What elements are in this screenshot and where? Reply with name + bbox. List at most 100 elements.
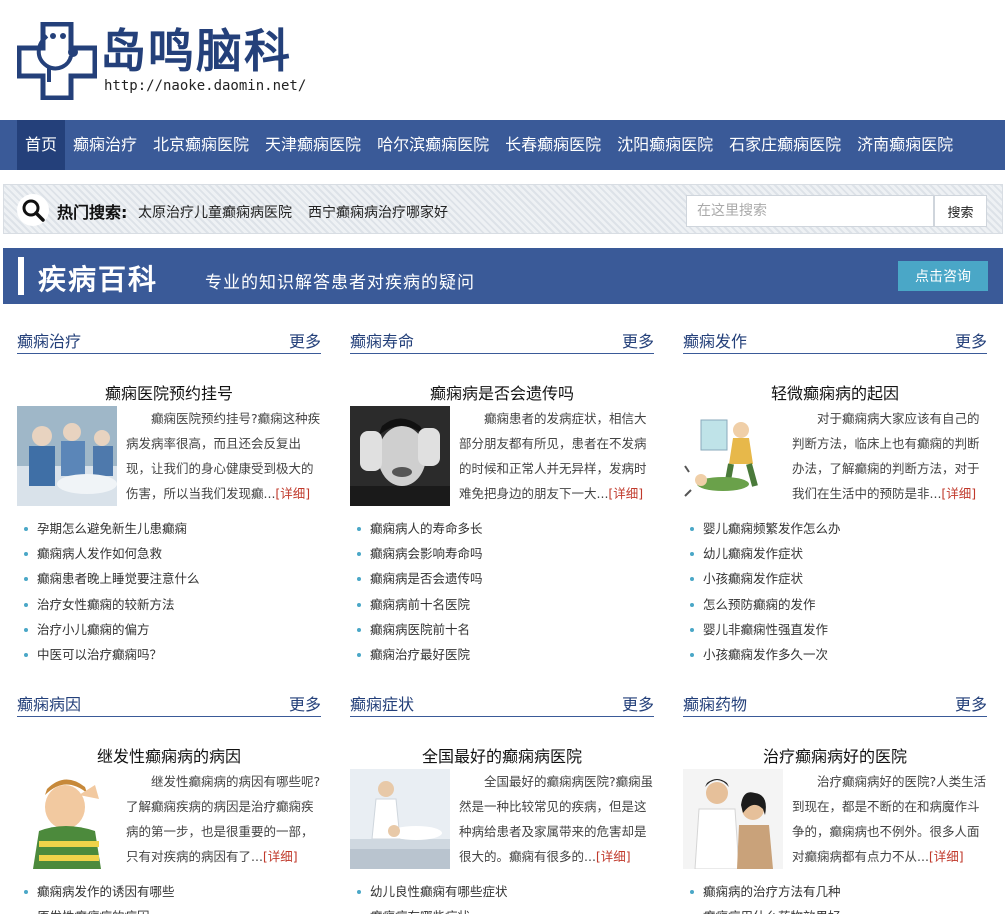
detail-link[interactable]: [详细]	[596, 849, 631, 864]
card-title[interactable]: 癫痫寿命	[350, 328, 414, 352]
list-item[interactable]: 癫痫病医院前十名	[350, 617, 654, 642]
list-item[interactable]: 癫痫病前十名医院	[350, 592, 654, 617]
category-card: 癫痫治疗 更多 癫痫医院预约挂号 癫痫医院预约挂号?癫痫这种疾病发病率很高，而且…	[17, 328, 321, 668]
list-item[interactable]: 癫痫病是否会遗传吗	[350, 566, 654, 591]
list-item[interactable]: 幼儿癫痫发作症状	[683, 541, 987, 566]
search-icon	[17, 194, 49, 226]
surgery-photo[interactable]	[17, 406, 117, 506]
article-list: 癫痫病的治疗方法有几种 癫痫病用什么药物效果好	[683, 879, 987, 914]
card-title[interactable]: 癫痫病因	[17, 691, 81, 715]
list-item[interactable]: 癫痫病人的寿命多长	[350, 516, 654, 541]
feature-title[interactable]: 继发性癫痫病的病因	[17, 743, 321, 767]
nav-item-beijing[interactable]: 北京癫痫医院	[145, 120, 257, 170]
more-link[interactable]: 更多	[622, 691, 654, 715]
list-item[interactable]: 治疗小儿癫痫的偏方	[17, 617, 321, 642]
list-item[interactable]: 婴儿非癫痫性强直发作	[683, 617, 987, 642]
consult-button[interactable]: 点击咨询	[898, 261, 988, 291]
more-link[interactable]: 更多	[622, 328, 654, 352]
banner-subtitle: 专业的知识解答患者对疾病的疑问	[205, 273, 475, 293]
nav-item-changchun[interactable]: 长春癫痫医院	[497, 120, 609, 170]
list-item[interactable]: 癫痫患者晚上睡觉要注意什么	[17, 566, 321, 591]
list-item[interactable]: 小孩癫痫发作多久一次	[683, 642, 987, 667]
card-header: 癫痫症状 更多	[350, 691, 654, 717]
feature-title[interactable]: 治疗癫痫病好的医院	[683, 743, 987, 767]
list-item[interactable]: 怎么预防癫痫的发作	[683, 592, 987, 617]
hot-search-link[interactable]: 太原治疗儿童癫痫病医院	[138, 202, 292, 222]
category-card: 癫痫症状 更多 全国最好的癫痫病医院 全国最好的癫痫病医院?癫痫虽然是一种比较常…	[350, 691, 654, 914]
list-item[interactable]: 婴儿癫痫频繁发作怎么办	[683, 516, 987, 541]
detail-link[interactable]: [详细]	[929, 849, 964, 864]
feature-title[interactable]: 全国最好的癫痫病医院	[350, 743, 654, 767]
card-header: 癫痫药物 更多	[683, 691, 987, 717]
hot-search-label: 热门搜索:	[57, 203, 128, 222]
list-item[interactable]: 癫痫病会影响寿命吗	[350, 541, 654, 566]
list-item[interactable]: 癫痫病有哪些症状	[350, 904, 654, 914]
search-button[interactable]: 搜索	[934, 195, 987, 227]
nav-item-shijiazhuang[interactable]: 石家庄癫痫医院	[721, 120, 849, 170]
list-item[interactable]: 癫痫病的治疗方法有几种	[683, 879, 987, 904]
article-list: 癫痫病人的寿命多长 癫痫病会影响寿命吗 癫痫病是否会遗传吗 癫痫病前十名医院 癫…	[350, 516, 654, 667]
hot-search-link[interactable]: 西宁癫痫病治疗哪家好	[308, 202, 448, 222]
logo-cross-icon[interactable]	[16, 21, 98, 101]
list-item[interactable]: 孕期怎么避免新生儿患癫痫	[17, 516, 321, 541]
feature-title[interactable]: 癫痫医院预约挂号	[17, 380, 321, 404]
nav-item-epilepsy-treatment[interactable]: 癫痫治疗	[65, 120, 145, 170]
card-header: 癫痫治疗 更多	[17, 328, 321, 354]
feature-summary: 治疗癫痫病好的医院?人类生活到现在，都是不断的在和病魔作斗争的，癫痫病也不例外。…	[792, 774, 987, 864]
card-title[interactable]: 癫痫治疗	[17, 328, 81, 352]
detail-link[interactable]: [详细]	[608, 486, 643, 501]
detail-link[interactable]: [详细]	[275, 486, 310, 501]
feature-title[interactable]: 癫痫病是否会遗传吗	[350, 380, 654, 404]
nav-item-tianjin[interactable]: 天津癫痫医院	[257, 120, 369, 170]
feature-title[interactable]: 轻微癫痫病的起因	[683, 380, 987, 404]
seizure-illustration[interactable]	[683, 406, 783, 506]
detail-link[interactable]: [详细]	[941, 486, 976, 501]
banner-accent-bar	[18, 257, 24, 295]
distressed-man-photo[interactable]	[350, 406, 450, 506]
main-nav: 首页 癫痫治疗 北京癫痫医院 天津癫痫医院 哈尔滨癫痫医院 长春癫痫医院 沈阳癫…	[0, 120, 1005, 170]
card-header: 癫痫发作 更多	[683, 328, 987, 354]
section-banner: 疾病百科 专业的知识解答患者对疾病的疑问 点击咨询	[3, 248, 1003, 304]
card-title[interactable]: 癫痫发作	[683, 328, 747, 352]
category-card: 癫痫病因 更多 继发性癫痫病的病因 继发性癫痫病的病因有哪些呢?了解癫痫疾病的病…	[17, 691, 321, 914]
more-link[interactable]: 更多	[955, 328, 987, 352]
feature-summary: 继发性癫痫病的病因有哪些呢?了解癫痫疾病的病因是治疗癫痫疾病的第一步，也是很重要…	[126, 774, 321, 864]
more-link[interactable]: 更多	[955, 691, 987, 715]
list-item[interactable]: 癫痫病用什么药物效果好	[683, 904, 987, 914]
feature-summary: 对于癫痫病大家应该有自己的判断方法，临床上也有癫痫的判断办法，了解癫痫的判断方法…	[792, 411, 980, 501]
category-card: 癫痫寿命 更多 癫痫病是否会遗传吗 癫痫患者的发病症状，相信大部分朋友都有所见，…	[350, 328, 654, 668]
list-item[interactable]: 癫痫治疗最好医院	[350, 642, 654, 667]
list-item[interactable]: 中医可以治疗癫痫吗？	[17, 642, 321, 667]
search-bar: 热门搜索: 太原治疗儿童癫痫病医院 西宁癫痫病治疗哪家好 搜索	[3, 184, 1003, 234]
detail-link[interactable]: [详细]	[263, 849, 298, 864]
nav-item-jinan[interactable]: 济南癫痫医院	[849, 120, 961, 170]
list-item[interactable]: 癫痫病发作的诱因有哪些	[17, 879, 321, 904]
card-header: 癫痫病因 更多	[17, 691, 321, 717]
feature-summary: 癫痫患者的发病症状，相信大部分朋友都有所见，患者在不发病的时候和正常人并无异样，…	[459, 411, 647, 501]
list-item[interactable]: 癫痫病人发作如何急救	[17, 541, 321, 566]
list-item[interactable]: 幼儿良性癫痫有哪些症状	[350, 879, 654, 904]
list-item[interactable]: 治疗女性癫痫的较新方法	[17, 592, 321, 617]
more-link[interactable]: 更多	[289, 691, 321, 715]
logo-text[interactable]: 岛鸣脑科	[100, 24, 292, 78]
list-item[interactable]: 小孩癫痫发作症状	[683, 566, 987, 591]
card-header: 癫痫寿命 更多	[350, 328, 654, 354]
more-link[interactable]: 更多	[289, 328, 321, 352]
search-input[interactable]	[686, 195, 934, 227]
article-list: 幼儿良性癫痫有哪些症状 癫痫病有哪些症状	[350, 879, 654, 914]
feature-summary: 癫痫医院预约挂号?癫痫这种疾病发病率很高，而且还会反复出现，让我们的身心健康受到…	[126, 411, 321, 501]
doctor-patient-photo[interactable]	[350, 769, 450, 869]
list-item[interactable]: 原发性癫痫病的病因	[17, 904, 321, 914]
card-title[interactable]: 癫痫药物	[683, 691, 747, 715]
banner-title: 疾病百科	[38, 263, 159, 296]
child-photo[interactable]	[17, 769, 117, 869]
site-header: 岛鸣脑科 http://naoke.daomin.net/	[0, 0, 1005, 120]
article-list: 婴儿癫痫频繁发作怎么办 幼儿癫痫发作症状 小孩癫痫发作症状 怎么预防癫痫的发作 …	[683, 516, 987, 667]
nav-item-home[interactable]: 首页	[17, 120, 66, 170]
nav-item-shenyang[interactable]: 沈阳癫痫医院	[609, 120, 721, 170]
category-card: 癫痫发作 更多 轻微癫痫病的起因 对于癫痫病大家应该有自己的判断方法，临床上也有…	[683, 328, 987, 668]
nav-item-harbin[interactable]: 哈尔滨癫痫医院	[369, 120, 497, 170]
doctor-woman-photo[interactable]	[683, 769, 783, 869]
card-title[interactable]: 癫痫症状	[350, 691, 414, 715]
logo-url: http://naoke.daomin.net/	[104, 78, 307, 94]
